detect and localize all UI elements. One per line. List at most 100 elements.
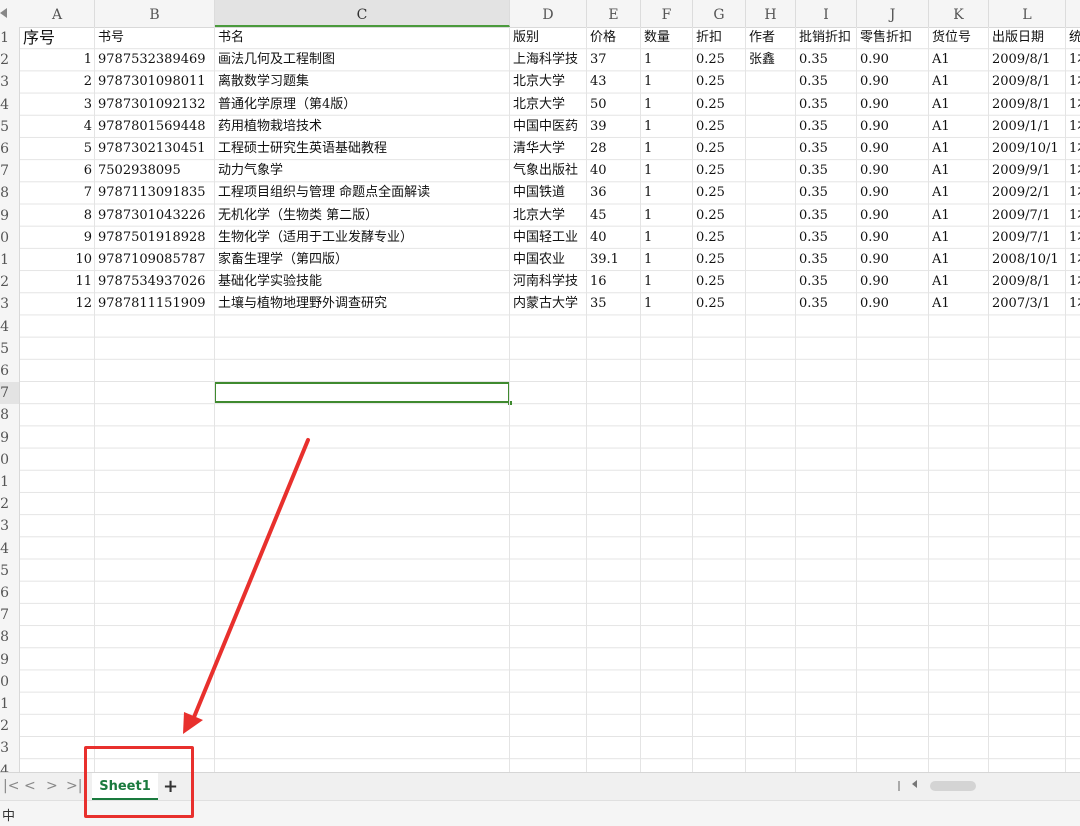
- table-cell[interactable]: 内蒙古大学: [513, 293, 584, 315]
- table-cell[interactable]: 1: [644, 116, 690, 138]
- table-cell[interactable]: 清华大学: [513, 138, 584, 160]
- table-cell[interactable]: 北京大学: [513, 71, 584, 93]
- row-header[interactable]: 13: [0, 293, 19, 315]
- row-header[interactable]: 8: [0, 182, 19, 204]
- table-cell[interactable]: 0.25: [696, 160, 743, 182]
- prev-sheet-button[interactable]: <: [24, 778, 36, 794]
- table-cell[interactable]: 0.90: [860, 293, 926, 315]
- table-cell[interactable]: 普通化学原理（第4版）: [218, 94, 507, 116]
- column-header-b[interactable]: B: [95, 0, 215, 27]
- table-cell[interactable]: 2009/8/1: [992, 71, 1063, 93]
- table-cell[interactable]: 1本: [1069, 227, 1080, 249]
- row-header[interactable]: 31: [0, 693, 19, 715]
- row-header[interactable]: 15: [0, 338, 19, 360]
- table-cell[interactable]: [749, 227, 793, 249]
- table-cell[interactable]: 0.90: [860, 271, 926, 293]
- table-cell[interactable]: 家畜生理学（第四版）: [218, 249, 507, 271]
- table-cell[interactable]: 8: [23, 205, 92, 227]
- table-cell[interactable]: 无机化学（生物类 第二版）: [218, 205, 507, 227]
- table-cell[interactable]: 0.90: [860, 71, 926, 93]
- row-header[interactable]: 21: [0, 471, 19, 493]
- table-cell[interactable]: A1: [932, 71, 986, 93]
- table-cell[interactable]: 12: [23, 293, 92, 315]
- table-cell[interactable]: 1: [644, 160, 690, 182]
- table-cell[interactable]: 2009/9/1: [992, 160, 1063, 182]
- row-header[interactable]: 3: [0, 71, 19, 93]
- table-cell[interactable]: 3: [23, 94, 92, 116]
- column-header-h[interactable]: H: [746, 0, 796, 27]
- first-sheet-button[interactable]: |<: [3, 778, 19, 794]
- table-cell[interactable]: 0.25: [696, 271, 743, 293]
- table-cell[interactable]: 2007/3/1: [992, 293, 1063, 315]
- table-cell[interactable]: 0.35: [799, 182, 854, 204]
- table-cell[interactable]: 10: [23, 249, 92, 271]
- table-cell[interactable]: 药用植物栽培技术: [218, 116, 507, 138]
- row-header[interactable]: 24: [0, 538, 19, 560]
- table-cell[interactable]: 2009/7/1: [992, 227, 1063, 249]
- row-header[interactable]: 22: [0, 493, 19, 515]
- column-header-f[interactable]: F: [641, 0, 693, 27]
- row-header[interactable]: 11: [0, 249, 19, 271]
- table-cell[interactable]: 0.90: [860, 138, 926, 160]
- table-cell[interactable]: 0.90: [860, 205, 926, 227]
- table-cell[interactable]: 2009/8/1: [992, 271, 1063, 293]
- row-header[interactable]: 2: [0, 49, 19, 71]
- header-cell[interactable]: 作者: [749, 27, 793, 49]
- table-cell[interactable]: 工程项目组织与管理 命题点全面解读: [218, 182, 507, 204]
- table-cell[interactable]: 0.35: [799, 116, 854, 138]
- table-cell[interactable]: A1: [932, 271, 986, 293]
- row-header[interactable]: 19: [0, 427, 19, 449]
- row-header[interactable]: 32: [0, 715, 19, 737]
- table-cell[interactable]: 2009/10/1: [992, 138, 1063, 160]
- selected-cell[interactable]: [214, 382, 510, 404]
- table-cell[interactable]: 9787113091835: [98, 182, 212, 204]
- column-header-j[interactable]: J: [857, 0, 929, 27]
- row-header[interactable]: 25: [0, 560, 19, 582]
- row-header[interactable]: 7: [0, 160, 19, 182]
- table-cell[interactable]: A1: [932, 160, 986, 182]
- header-cell[interactable]: 零售折扣: [860, 27, 926, 49]
- table-cell[interactable]: A1: [932, 116, 986, 138]
- table-cell[interactable]: 1: [644, 293, 690, 315]
- table-cell[interactable]: 16: [590, 271, 638, 293]
- table-cell[interactable]: 40: [590, 227, 638, 249]
- table-cell[interactable]: 0.35: [799, 138, 854, 160]
- row-header[interactable]: 1: [0, 27, 19, 49]
- table-cell[interactable]: 张鑫: [749, 49, 793, 71]
- table-cell[interactable]: 0.25: [696, 205, 743, 227]
- header-cell[interactable]: 书名: [218, 27, 507, 49]
- last-sheet-button[interactable]: >|: [66, 778, 82, 794]
- table-cell[interactable]: 9787811151909: [98, 293, 212, 315]
- horizontal-scrollbar-thumb[interactable]: [930, 781, 976, 791]
- column-header-m[interactable]: [1066, 0, 1080, 27]
- table-cell[interactable]: 1本: [1069, 182, 1080, 204]
- column-header-l[interactable]: L: [989, 0, 1066, 27]
- table-cell[interactable]: 0.90: [860, 49, 926, 71]
- row-header[interactable]: 23: [0, 515, 19, 537]
- row-header[interactable]: 16: [0, 360, 19, 382]
- column-header-g[interactable]: G: [693, 0, 746, 27]
- table-cell[interactable]: 中国铁道: [513, 182, 584, 204]
- table-cell[interactable]: 39: [590, 116, 638, 138]
- header-cell[interactable]: 批销折扣: [799, 27, 854, 49]
- table-cell[interactable]: 0.25: [696, 71, 743, 93]
- table-cell[interactable]: 离散数学习题集: [218, 71, 507, 93]
- table-cell[interactable]: 0.35: [799, 227, 854, 249]
- header-cell[interactable]: 统: [1069, 27, 1080, 49]
- header-cell[interactable]: 版别: [513, 27, 584, 49]
- table-cell[interactable]: A1: [932, 293, 986, 315]
- table-cell[interactable]: A1: [932, 138, 986, 160]
- table-cell[interactable]: A1: [932, 94, 986, 116]
- table-cell[interactable]: 1: [644, 205, 690, 227]
- table-cell[interactable]: 0.90: [860, 94, 926, 116]
- table-cell[interactable]: 1本: [1069, 271, 1080, 293]
- header-cell[interactable]: 数量: [644, 27, 690, 49]
- table-cell[interactable]: 北京大学: [513, 205, 584, 227]
- column-header-a[interactable]: A: [20, 0, 95, 27]
- table-cell[interactable]: 0.25: [696, 116, 743, 138]
- table-cell[interactable]: 1本: [1069, 49, 1080, 71]
- row-header[interactable]: 29: [0, 649, 19, 671]
- column-header-k[interactable]: K: [929, 0, 989, 27]
- table-cell[interactable]: 1: [644, 49, 690, 71]
- table-cell[interactable]: 0.25: [696, 94, 743, 116]
